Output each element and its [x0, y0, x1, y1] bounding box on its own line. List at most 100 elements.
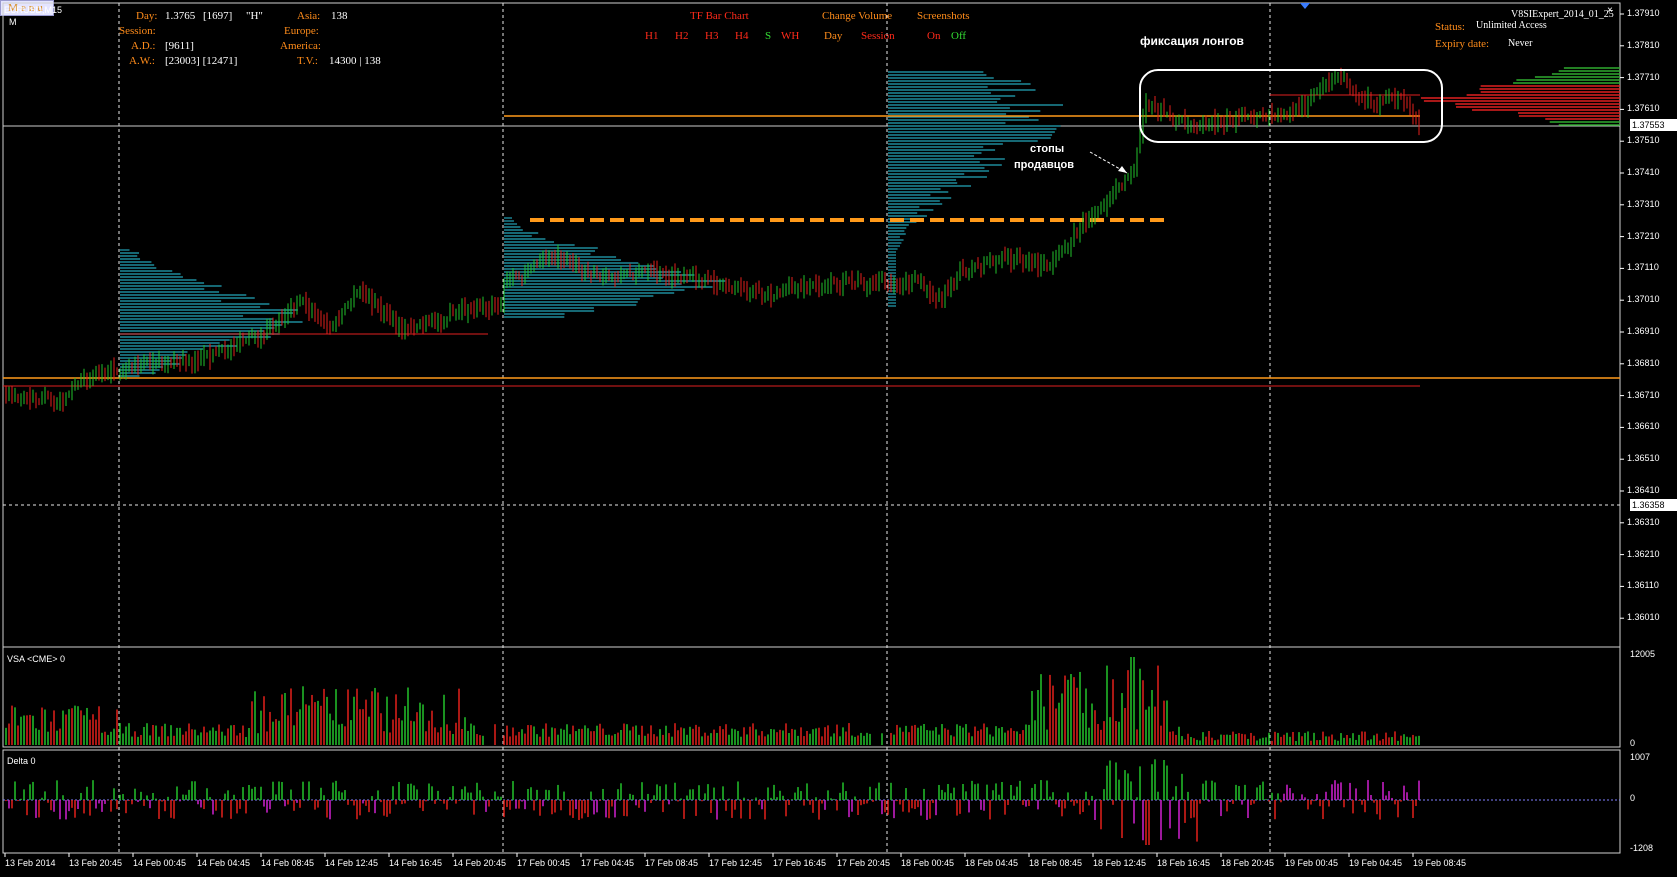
time-tick-label: 18 Feb 16:45 [1157, 858, 1211, 868]
price-chart[interactable] [0, 0, 1677, 877]
volume-session-button[interactable]: Session [861, 30, 895, 43]
close-expert-icon[interactable]: × [1607, 6, 1617, 16]
delta-zero-value: 0 [1630, 793, 1636, 803]
annotation-arrowhead [1118, 166, 1127, 173]
crosshair-price-tag: 1.36358 [1630, 499, 1677, 511]
price-tick-label: 1.37410 [1627, 167, 1660, 177]
seller-stops-annotation-line1: стопы [1030, 143, 1065, 155]
time-tick-label: 17 Feb 00:45 [517, 858, 571, 868]
time-tick-label: 13 Feb 2014 [5, 858, 56, 868]
highlight-box [1139, 69, 1443, 143]
session-label: Session: [119, 25, 156, 37]
time-tick-label: 14 Feb 04:45 [197, 858, 251, 868]
expiry-value: Never [1508, 38, 1533, 49]
seller-stops-annotation-line2: продавцов [1014, 159, 1075, 171]
time-tick-label: 19 Feb 04:45 [1349, 858, 1403, 868]
aw-value: [23003] [12471] [165, 55, 238, 67]
price-tick-label: 1.36010 [1627, 612, 1660, 623]
volume-day-button[interactable]: Day [824, 30, 842, 43]
vsa-top-value: 12005 [1630, 649, 1656, 659]
time-tick-label: 18 Feb 08:45 [1029, 858, 1083, 868]
status-value: Unlimited Access [1476, 20, 1547, 31]
day-value: 1.3765 [165, 10, 196, 22]
annotation-overlays [1089, 3, 1443, 174]
time-tick-label: 17 Feb 04:45 [581, 858, 635, 868]
screenshot-on-button[interactable]: On [927, 30, 940, 43]
price-tick-label: 1.36210 [1627, 548, 1660, 559]
time-tick-label: 14 Feb 16:45 [389, 858, 443, 868]
price-bars [5, 67, 1420, 412]
price-tick-label: 1.37510 [1627, 135, 1660, 146]
price-tick-label: 1.37110 [1627, 262, 1659, 273]
tf-h4-button[interactable]: H4 [735, 30, 748, 43]
vsa-bottom-value: 0 [1630, 738, 1636, 748]
price-tick-label: 1.37310 [1627, 198, 1660, 209]
price-tick-label: 1.36810 [1627, 357, 1660, 368]
time-tick-label: 18 Feb 12:45 [1093, 858, 1147, 868]
delta-histogram [5, 759, 1420, 845]
tf-s-button[interactable]: S [765, 30, 771, 43]
vsa-histogram [5, 657, 1420, 745]
tv-value: 14300 | 138 [329, 55, 381, 67]
chart-frames [2, 2, 1624, 857]
chart-title: EURUSD,M15 [4, 5, 63, 15]
time-tick-label: 14 Feb 20:45 [453, 858, 507, 868]
time-tick-label: 19 Feb 00:45 [1285, 858, 1339, 868]
tf-h2-button[interactable]: H2 [675, 30, 688, 43]
long-fix-annotation: фиксация лонгов [1140, 34, 1244, 48]
tf-bar-chart-title: TF Bar Chart [690, 10, 749, 22]
delta-bottom-value: -1208 [1630, 843, 1654, 853]
time-tick-label: 17 Feb 08:45 [645, 858, 699, 868]
price-tick-label: 1.36110 [1627, 580, 1659, 591]
vsa-panel-title: VSA <CME> 0 [7, 654, 66, 664]
tf-h1-button[interactable]: H1 [645, 30, 658, 43]
time-tick-label: 18 Feb 20:45 [1221, 858, 1275, 868]
ad-value: [9611] [165, 40, 194, 52]
time-tick-label: 18 Feb 04:45 [965, 858, 1019, 868]
price-tick-label: 1.36410 [1627, 485, 1660, 495]
tf-wh-button[interactable]: WH [781, 30, 799, 43]
price-tick-label: 1.37210 [1627, 230, 1660, 241]
time-tick-label: 17 Feb 20:45 [837, 858, 891, 868]
asia-value: 138 [331, 10, 348, 22]
price-tick-label: 1.36510 [1627, 453, 1660, 464]
day-count: [1697] [203, 10, 233, 22]
time-tick-label: 18 Feb 00:45 [901, 858, 955, 868]
change-volume-title: Change Volume [822, 10, 893, 22]
screenshots-title: Screenshots [917, 10, 970, 22]
time-tick-label: 19 Feb 08:45 [1413, 858, 1467, 868]
asia-label: Asia: [297, 10, 321, 22]
aw-label: A.W.: [129, 55, 155, 67]
tv-label: T.V.: [297, 55, 318, 67]
time-tick-label: 14 Feb 08:45 [261, 858, 315, 868]
session-separators [3, 3, 1620, 853]
screenshot-off-button[interactable]: Off [951, 30, 966, 43]
expert-name: V8SIExpert_2014_01_25 [1511, 9, 1614, 20]
time-tick-label: 14 Feb 00:45 [133, 858, 187, 868]
price-tick-label: 1.37610 [1627, 103, 1660, 114]
price-tick-label: 1.37810 [1627, 39, 1660, 50]
price-tick-label: 1.37010 [1627, 294, 1660, 305]
time-tick-label: 13 Feb 20:45 [69, 858, 123, 868]
expiry-label: Expiry date: [1435, 38, 1490, 50]
tf-h3-button[interactable]: H3 [705, 30, 718, 43]
ad-label: A.D.: [131, 40, 156, 52]
america-label: America: [280, 40, 321, 52]
price-tick-label: 1.36710 [1627, 389, 1660, 400]
time-tick-label: 17 Feb 16:45 [773, 858, 827, 868]
delta-top-value: 1007 [1630, 752, 1651, 762]
chart-mode-letter: M [9, 17, 17, 27]
panel-frame [2, 646, 1621, 748]
day-label: Day: [136, 10, 158, 22]
scroll-marker-icon [1300, 3, 1310, 9]
delta-panel-title: Delta 0 [7, 756, 36, 766]
price-tick-label: 1.36910 [1627, 326, 1660, 336]
time-tick-label: 17 Feb 12:45 [709, 858, 763, 868]
price-tick-label: 1.36310 [1627, 516, 1660, 527]
day-flag: "H" [246, 10, 263, 22]
europe-label: Europe: [284, 25, 319, 37]
price-tick-label: 1.37710 [1627, 71, 1660, 82]
current-price-tag: 1.37553 [1630, 119, 1677, 131]
price-tick-label: 1.36610 [1627, 421, 1660, 432]
status-label: Status: [1435, 21, 1465, 33]
